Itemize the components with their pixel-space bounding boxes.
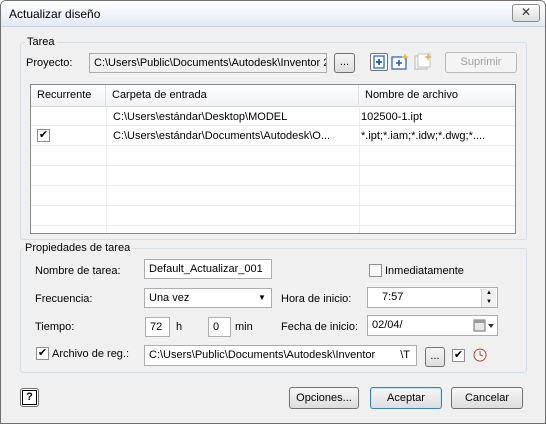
grid-divider <box>31 145 515 146</box>
add-file-icon <box>373 55 385 69</box>
title-bar: Actualizar diseño ✕ <box>1 1 545 27</box>
frequency-label: Frecuencia: <box>35 293 93 305</box>
minutes-field[interactable]: 0 <box>208 317 231 337</box>
log-file-path-tail: \T <box>400 349 410 361</box>
update-design-dialog: Actualizar diseño ✕ Tarea Proyecto: C:\U… <box>0 0 546 424</box>
time-spinner[interactable]: ▲ ▼ <box>481 289 496 307</box>
options-button[interactable]: Opciones... <box>289 387 359 409</box>
immediate-checkbox[interactable] <box>369 264 382 277</box>
start-time-field[interactable]: 7:57 ▲ ▼ <box>367 287 498 308</box>
delete-button[interactable]: Suprimir <box>445 52 517 73</box>
log-file-field[interactable]: C:\Users\Public\Documents\Autodesk\Inven… <box>144 345 417 366</box>
help-icon: ? <box>22 390 37 405</box>
start-time-label: Hora de inicio: <box>281 293 352 305</box>
grid-header: Recurrente Carpeta de entrada Nombre de … <box>31 85 515 107</box>
project-label: Proyecto: <box>26 57 73 69</box>
hours-unit: h <box>176 321 183 333</box>
grid-divider <box>31 205 515 206</box>
accept-button[interactable]: Aceptar <box>370 387 442 409</box>
row-1-file-name[interactable]: 102500-1.ipt <box>361 111 513 123</box>
task-name-label: Nombre de tarea: <box>35 265 121 277</box>
minutes-unit: min <box>235 321 253 333</box>
column-header-input-folder[interactable]: Carpeta de entrada <box>106 85 359 107</box>
frequency-select[interactable]: Una vez ▼ <box>144 288 272 308</box>
grid-divider <box>31 185 515 186</box>
frequency-value: Una vez <box>149 292 190 304</box>
clock-icon <box>473 348 487 362</box>
open-log-checkbox[interactable]: ✔ <box>452 349 465 362</box>
grid-divider <box>106 107 107 233</box>
start-date-label: Fecha de inicio: <box>281 321 359 333</box>
log-file-path: C:\Users\Public\Documents\Autodesk\Inven… <box>149 349 376 361</box>
time-label: Tiempo: <box>35 321 75 333</box>
add-task-button[interactable] <box>370 53 388 71</box>
row-2-recurring-checkbox[interactable]: ✔ <box>37 129 50 142</box>
row-2-file-name[interactable]: *.ipt;*.iam;*.idw;*.dwg;*.... <box>361 130 513 142</box>
project-field[interactable]: C:\Users\Public\Documents\Autodesk\Inven… <box>89 53 327 73</box>
task-grid: Recurrente Carpeta de entrada Nombre de … <box>30 84 516 234</box>
window-title: Actualizar diseño <box>9 7 101 21</box>
row-2-input-folder[interactable]: C:\Users\estándar\Documents\Autodesk\O..… <box>113 130 357 142</box>
hours-field[interactable]: 72 <box>145 317 170 337</box>
immediate-label: Inmediatamente <box>385 265 464 277</box>
start-date-field[interactable]: 02/04/ <box>367 315 498 336</box>
task-properties-title: Propiedades de tarea <box>23 242 133 254</box>
grid-divider <box>359 107 360 233</box>
copy-task-button[interactable] <box>414 52 433 71</box>
help-button[interactable]: ? <box>20 388 39 407</box>
start-time-value: 7:57 <box>382 291 404 303</box>
add-folder-icon <box>391 53 409 70</box>
calendar-dropdown-icon[interactable] <box>473 318 495 333</box>
task-name-field[interactable]: Default_Actualizar_001 <box>144 259 272 279</box>
project-browse-button[interactable]: ... <box>334 53 355 73</box>
add-folder-button[interactable] <box>391 52 410 71</box>
start-date-value: 02/04/ <box>372 319 403 331</box>
close-button[interactable]: ✕ <box>512 4 540 22</box>
task-group-title: Tarea <box>25 36 57 48</box>
row-1-input-folder[interactable]: C:\Users\estándar\Desktop\MODEL <box>113 111 357 123</box>
log-browse-button[interactable]: ... <box>425 347 445 367</box>
column-header-file-name[interactable]: Nombre de archivo <box>359 85 515 107</box>
log-file-checkbox[interactable]: ✔ <box>36 347 49 360</box>
chevron-down-icon: ▼ <box>258 293 266 302</box>
column-header-recurring[interactable]: Recurrente <box>31 85 106 107</box>
log-file-label: Archivo de reg.: <box>52 348 130 360</box>
grid-divider <box>31 125 515 126</box>
spin-down-icon: ▼ <box>486 299 492 305</box>
grid-divider <box>31 165 515 166</box>
grid-divider <box>31 225 515 226</box>
spin-up-icon: ▲ <box>486 290 492 296</box>
cancel-button[interactable]: Cancelar <box>451 387 523 409</box>
copy-task-icon <box>414 53 432 70</box>
